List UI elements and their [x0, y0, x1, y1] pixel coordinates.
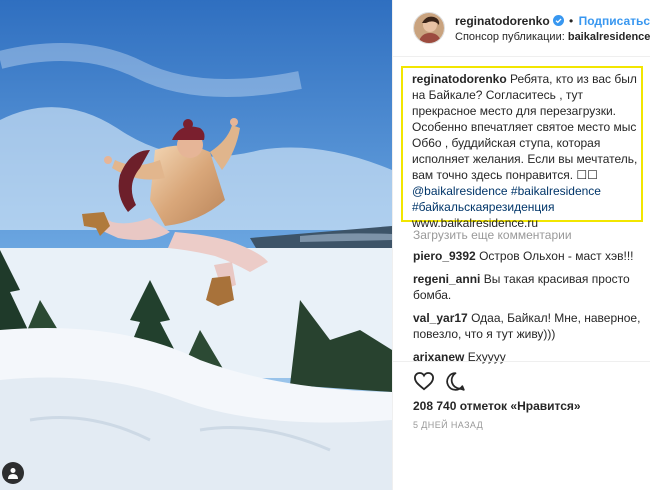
- follow-button[interactable]: Подписаться: [579, 14, 650, 28]
- post-timestamp: 5 ДНЕЙ НАЗАД: [413, 420, 484, 430]
- avatar[interactable]: [413, 12, 445, 44]
- comment-bubble-icon[interactable]: [445, 371, 466, 392]
- heart-icon[interactable]: [413, 371, 435, 391]
- sponsor-line: Спонсор публикации: baikalresidence: [455, 31, 650, 43]
- person-icon: [8, 468, 18, 479]
- header-username[interactable]: reginatodorenko: [455, 14, 550, 28]
- post-side-panel: reginatodorenko • Подписаться Спонсор пу…: [392, 0, 650, 490]
- sponsor-link[interactable]: baikalresidence: [568, 31, 650, 43]
- separator-dot: •: [569, 14, 574, 28]
- comment-username[interactable]: regeni_anni: [413, 272, 480, 286]
- comment-item: piero_9392 Остров Ольхон - маст хэв!!!: [413, 248, 645, 264]
- load-more-comments[interactable]: Загрузить еще комментарии: [413, 228, 572, 242]
- user-tag-icon[interactable]: [2, 462, 24, 484]
- caption-highlighted: reginatodorenko Ребята, кто из вас был н…: [401, 66, 643, 230]
- caption-username[interactable]: reginatodorenko: [412, 72, 507, 86]
- post-header: reginatodorenko • Подписаться Спонсор пу…: [393, 0, 650, 57]
- action-bar: [393, 361, 650, 401]
- comment-item: val_yar17 Одаа, Байкал! Мне, наверное, п…: [413, 310, 645, 342]
- avatar-image: [414, 13, 444, 43]
- verified-badge-icon: [552, 15, 564, 26]
- comment-username[interactable]: val_yar17: [413, 311, 468, 325]
- sponsor-prefix: Спонсор публикации:: [455, 31, 568, 43]
- comment-item: regeni_anni Вы такая красивая просто бом…: [413, 271, 645, 303]
- post-photo[interactable]: [0, 0, 392, 490]
- photo-image: [0, 0, 392, 490]
- comment-text: Остров Ольхон - маст хэв!!!: [479, 249, 634, 263]
- comment-username[interactable]: piero_9392: [413, 249, 476, 263]
- caption-mention[interactable]: @baikalresidence: [412, 184, 508, 198]
- comments-list: piero_9392 Остров Ольхон - маст хэв!!! r…: [413, 248, 645, 372]
- caption-text: Ребята, кто из вас был на Байкале? Согла…: [412, 72, 638, 182]
- likes-count[interactable]: 208 740 отметок «Нравится»: [413, 399, 581, 413]
- header-line: reginatodorenko • Подписаться: [455, 14, 650, 28]
